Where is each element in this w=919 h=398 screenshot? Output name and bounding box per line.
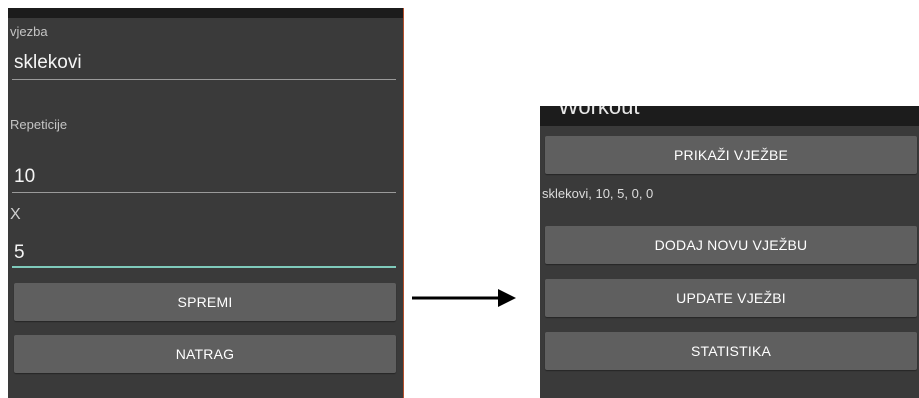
edit-exercise-screen: vjezba sklekovi Repeticije 10 X 5 SPREMI…: [8, 8, 404, 398]
main-menu-screen: Workout PRIKAŽI VJEŽBE sklekovi, 10, 5, …: [540, 106, 919, 398]
app-header: Workout: [540, 106, 919, 126]
repetitions-underline: [12, 192, 396, 193]
x-input[interactable]: 5: [14, 242, 25, 264]
exercise-name-underline: [12, 79, 396, 80]
show-exercises-button[interactable]: PRIKAŽI VJEŽBE: [545, 136, 917, 174]
repetitions-label: Repeticije: [10, 117, 68, 132]
arrow-right-icon: [412, 289, 516, 307]
add-exercise-button[interactable]: DODAJ NOVU VJEŽBU: [545, 226, 917, 264]
exercise-name-label: vjezba: [10, 24, 48, 39]
update-exercise-button[interactable]: UPDATE VJEŽBI: [545, 279, 917, 317]
exercise-result-text: sklekovi, 10, 5, 0, 0: [542, 186, 654, 201]
exercise-name-input[interactable]: sklekovi: [14, 52, 82, 74]
x-label: X: [10, 206, 21, 223]
repetitions-input[interactable]: 10: [14, 166, 35, 188]
app-title: Workout: [558, 106, 640, 119]
statistics-button[interactable]: STATISTIKA: [545, 332, 917, 370]
back-button[interactable]: NATRAG: [14, 335, 396, 373]
status-bar: [8, 8, 403, 18]
save-button[interactable]: SPREMI: [14, 283, 396, 321]
x-underline-focused: [12, 266, 396, 268]
